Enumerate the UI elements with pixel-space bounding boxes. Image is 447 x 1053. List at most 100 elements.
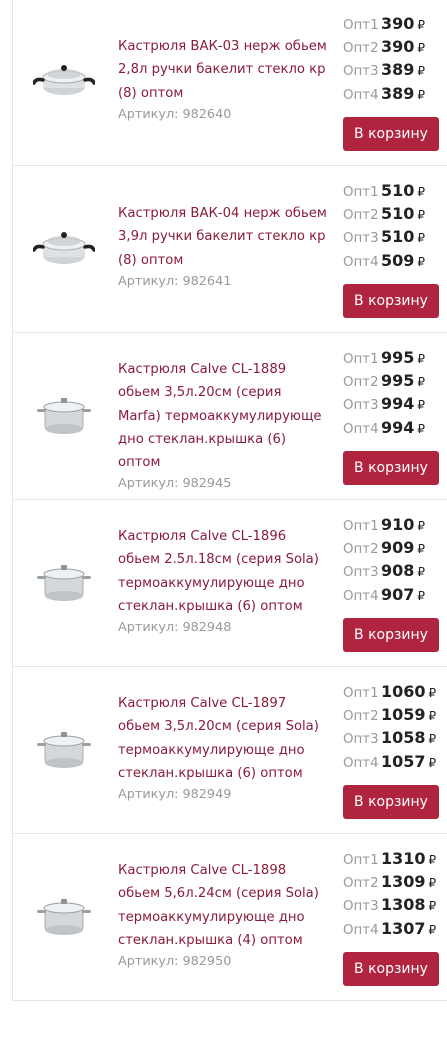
price-value: 1307 <box>381 918 426 938</box>
price-tier-label: Опт3 <box>343 64 379 80</box>
price-tier-label: Опт4 <box>343 421 379 437</box>
price-tier-row: Опт2 390 ₽ <box>343 37 443 60</box>
price-tier-label: Опт2 <box>343 876 379 892</box>
price-tier-row: Опт4 1307 ₽ <box>343 919 443 942</box>
price-tier-row: Опт2 1059 ₽ <box>343 705 443 728</box>
product-title-link[interactable]: Кастрюля ВАК-04 нерж обьем 3,9л ручки ба… <box>118 202 328 272</box>
product-title-link[interactable]: Кастрюля Calve CL-1889 обьем 3,5л.20см (… <box>118 358 328 474</box>
ruble-sign: ₽ <box>417 421 426 436</box>
add-to-cart-button[interactable]: В корзину <box>343 451 439 485</box>
price-tier-row: Опт3 1308 ₽ <box>343 895 443 918</box>
product-list: В корзину Кастрюля ВАК-03 нерж обьем 2,8… <box>12 0 447 1001</box>
price-tier-label: Опт2 <box>343 41 379 57</box>
price-tier-label: Опт4 <box>343 755 379 771</box>
price-value: 908 <box>381 561 415 581</box>
price-tier-label: Опт2 <box>343 375 379 391</box>
ruble-sign: ₽ <box>417 519 426 533</box>
price-value: 994 <box>381 417 415 437</box>
product-title-link[interactable]: Кастрюля Calve CL-1896 обьем 2.5л.18см (… <box>118 525 328 618</box>
price-value: 390 <box>381 14 415 33</box>
ruble-sign: ₽ <box>428 709 437 724</box>
ruble-sign: ₽ <box>417 87 426 102</box>
price-tiers: Опт1 1310 ₽ Опт2 1309 ₽ Опт3 1308 ₽ Опт4 1307 ₽ <box>343 849 443 942</box>
product-sku: Артикул: 982950 <box>118 954 232 970</box>
product-row: Кастрюля Calve CL-1897 обьем 3,5л.20см (… <box>13 667 447 834</box>
price-value: 995 <box>381 371 415 391</box>
price-tier-label: Опт3 <box>343 732 379 748</box>
ruble-sign: ₽ <box>417 398 426 413</box>
price-tier-row: Опт4 907 ₽ <box>343 585 443 608</box>
price-tier-row: Опт2 995 ₽ <box>343 371 443 394</box>
ruble-sign: ₽ <box>417 565 426 580</box>
price-value: 909 <box>381 538 415 558</box>
steel-pot-thumbnail-icon[interactable] <box>33 554 95 606</box>
add-to-cart-button[interactable]: В корзину <box>343 284 439 318</box>
price-tier-label: Опт4 <box>343 87 379 103</box>
product-row: Кастрюля Calve CL-1898 обьем 5,6л.24см (… <box>13 834 447 1001</box>
product-info: Кастрюля Calve CL-1897 обьем 3,5л.20см (… <box>118 692 328 804</box>
price-tiers: Опт1 390 ₽ Опт2 390 ₽ Опт3 389 ₽ Опт4 389 ₽ <box>343 14 443 107</box>
price-tier-row: Опт1 995 ₽ <box>343 348 443 371</box>
price-tier-label: Опт2 <box>343 709 379 725</box>
product-title-link[interactable]: Кастрюля ВАК-03 нерж обьем 2,8л ручки ба… <box>118 35 328 105</box>
price-value: 1059 <box>381 705 426 725</box>
price-tier-row: Опт3 510 ₽ <box>343 227 443 250</box>
price-tier-row: Опт3 908 ₽ <box>343 561 443 584</box>
product-info: Кастрюля ВАК-03 нерж обьем 2,8л ручки ба… <box>118 35 328 124</box>
ruble-sign: ₽ <box>417 352 426 366</box>
price-tier-row: Опт3 389 ₽ <box>343 60 443 83</box>
product-info: Кастрюля Calve CL-1889 обьем 3,5л.20см (… <box>118 358 328 493</box>
price-tiers: Опт1 910 ₽ Опт2 909 ₽ Опт3 908 ₽ Опт4 907 ₽ <box>343 515 443 608</box>
ruble-sign: ₽ <box>428 876 437 891</box>
ruble-sign: ₽ <box>428 853 437 867</box>
product-title-link[interactable]: Кастрюля Calve CL-1898 обьем 5,6л.24см (… <box>118 859 328 952</box>
price-value: 994 <box>381 394 415 414</box>
price-tier-row: Опт2 909 ₽ <box>343 538 443 561</box>
price-tier-label: Опт3 <box>343 231 379 247</box>
ruble-sign: ₽ <box>417 208 426 223</box>
ruble-sign: ₽ <box>428 922 437 937</box>
ruble-sign: ₽ <box>428 755 437 770</box>
price-tier-row: Опт1 1310 ₽ <box>343 849 443 872</box>
add-to-cart-button[interactable]: В корзину <box>343 117 439 151</box>
add-to-cart-button[interactable]: В корзину <box>343 952 439 986</box>
price-tier-row: Опт1 910 ₽ <box>343 515 443 538</box>
price-value: 1057 <box>381 751 426 771</box>
ruble-sign: ₽ <box>417 41 426 56</box>
ruble-sign: ₽ <box>417 231 426 246</box>
price-tier-label: Опт2 <box>343 208 379 224</box>
product-sku: Артикул: 982949 <box>118 787 232 803</box>
add-to-cart-button[interactable]: В корзину <box>343 785 439 819</box>
price-tier-row: Опт2 510 ₽ <box>343 204 443 227</box>
steel-pot-thumbnail-icon[interactable] <box>33 721 95 773</box>
ruble-sign: ₽ <box>428 899 437 914</box>
price-tier-label: Опт1 <box>343 352 379 367</box>
pot-bakelite-thumbnail-icon[interactable] <box>33 53 95 105</box>
steel-pot-thumbnail-icon[interactable] <box>33 387 95 439</box>
price-tier-row: Опт3 994 ₽ <box>343 394 443 417</box>
price-tier-row: Опт1 510 ₽ <box>343 181 443 204</box>
price-value: 995 <box>381 348 415 367</box>
price-tier-row: Опт1 390 ₽ <box>343 14 443 37</box>
product-info: Кастрюля Calve CL-1896 обьем 2.5л.18см (… <box>118 525 328 637</box>
price-tier-label: Опт1 <box>343 519 379 534</box>
product-row: Кастрюля Calve CL-1896 обьем 2.5л.18см (… <box>13 500 447 667</box>
steel-pot-thumbnail-icon[interactable] <box>33 888 95 940</box>
product-title-link[interactable]: Кастрюля Calve CL-1897 обьем 3,5л.20см (… <box>118 692 328 785</box>
price-value: 1308 <box>381 895 426 915</box>
price-tier-label: Опт3 <box>343 398 379 414</box>
price-tier-label: Опт4 <box>343 922 379 938</box>
price-tier-row: Опт1 1060 ₽ <box>343 682 443 705</box>
price-value: 907 <box>381 584 415 604</box>
price-value: 389 <box>381 83 415 103</box>
price-value: 1309 <box>381 872 426 892</box>
price-tier-label: Опт4 <box>343 254 379 270</box>
add-to-cart-button[interactable]: В корзину <box>343 618 439 652</box>
pot-bakelite-thumbnail-icon[interactable] <box>33 220 95 272</box>
price-value: 389 <box>381 60 415 80</box>
price-tier-label: Опт1 <box>343 185 379 200</box>
price-tiers: Опт1 995 ₽ Опт2 995 ₽ Опт3 994 ₽ Опт4 994 ₽ <box>343 348 443 441</box>
price-tiers: Опт1 510 ₽ Опт2 510 ₽ Опт3 510 ₽ Опт4 509 ₽ <box>343 181 443 274</box>
price-tier-label: Опт3 <box>343 565 379 581</box>
price-value: 510 <box>381 204 415 224</box>
